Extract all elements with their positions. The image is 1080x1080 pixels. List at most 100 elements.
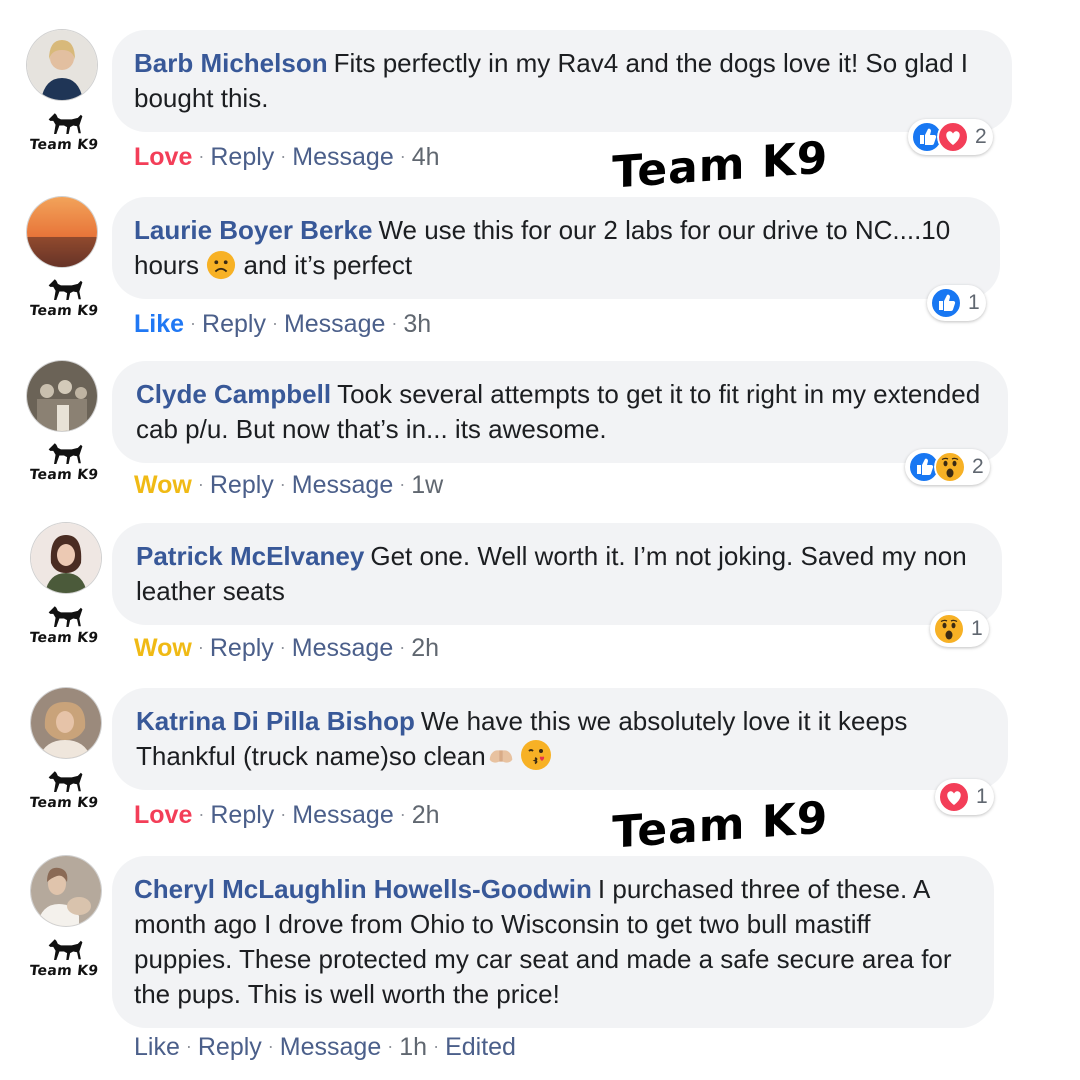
reply-link[interactable]: Reply [210,143,274,171]
separator-dot: · [279,637,286,657]
separator-dot: · [399,637,406,657]
comment-bubble: Barb Michelson Fits perfectly in my Rav4 … [112,30,1012,132]
separator-dot: · [197,637,204,657]
team-k9-watermark: Team K9 [612,792,829,859]
reply-link[interactable]: Reply [202,310,266,338]
reaction-summary[interactable]: 2 [905,449,990,485]
comment-actions: Like · Reply · Message · 1h · Edited [134,1033,516,1062]
separator-dot: · [387,1036,394,1056]
team-k9-badge: Team K9 [22,603,106,646]
wow-icon [934,451,966,483]
separator-dot: · [198,146,205,166]
comment-actions: Love · Reply · Message · 4h [134,143,440,172]
comment-actions: Wow · Reply · Message · 2h [134,634,439,663]
dog-logo-icon [41,603,87,631]
separator-dot: · [279,474,286,494]
reply-link[interactable]: Reply [210,801,274,829]
avatar[interactable] [27,30,97,100]
comment-actions: Love · Reply · Message · 2h [134,801,440,830]
reaction-count: 1 [968,291,980,314]
edited-label[interactable]: Edited [445,1033,516,1061]
reply-link[interactable]: Reply [198,1033,262,1061]
love-icon [938,781,970,813]
comment-author[interactable]: Barb Michelson [134,48,328,78]
reaction-count: 2 [972,455,984,478]
comment-actions: Wow · Reply · Message · 1w [134,471,443,500]
team-k9-badge: Team K9 [22,768,106,811]
separator-dot: · [267,1036,274,1056]
reaction-count: 1 [971,617,983,640]
timestamp[interactable]: 2h [412,801,440,829]
comment-author[interactable]: Clyde Campbell [136,379,331,409]
separator-dot: · [399,474,406,494]
dog-logo-icon [41,768,87,796]
timestamp[interactable]: 1h [399,1033,427,1061]
avatar[interactable] [31,856,101,926]
timestamp[interactable]: 4h [412,143,440,171]
avatar[interactable] [31,523,101,593]
react-button[interactable]: Love [134,801,192,829]
react-button[interactable]: Like [134,1033,180,1061]
comment-bubble: Laurie Boyer Berke We use this for our 2 … [112,197,1000,299]
comment-bubble: Clyde Campbell Took several attempts to g… [112,361,1008,463]
reaction-summary[interactable]: 1 [927,285,986,321]
dog-logo-icon [41,440,87,468]
separator-dot: · [197,474,204,494]
reaction-summary[interactable]: 2 [908,119,993,155]
react-button[interactable]: Wow [134,634,192,662]
message-link[interactable]: Message [292,143,393,171]
separator-dot: · [185,1036,192,1056]
comment-author[interactable]: Katrina Di Pilla Bishop [136,706,415,736]
team-k9-badge: Team K9 [22,276,106,319]
avatar[interactable] [27,361,97,431]
react-button[interactable]: Wow [134,471,192,499]
team-k9-label: Team K9 [28,303,100,319]
reply-link[interactable]: Reply [210,471,274,499]
separator-dot: · [399,804,406,824]
comment-bubble: Cheryl McLaughlin Howells-Goodwin I purch… [112,856,994,1028]
react-button[interactable]: Like [134,310,184,338]
team-k9-label: Team K9 [28,630,100,646]
message-link[interactable]: Message [292,801,393,829]
reaction-summary[interactable]: 1 [935,779,994,815]
dog-logo-icon [41,276,87,304]
comment-bubble: Katrina Di Pilla Bishop We have this we a… [112,688,1008,790]
separator-dot: · [433,1036,440,1056]
team-k9-badge: Team K9 [22,440,106,483]
avatar[interactable] [31,688,101,758]
timestamp[interactable]: 3h [403,310,431,338]
timestamp[interactable]: 1w [411,471,443,499]
wow-icon [933,613,965,645]
dog-logo-icon [41,110,87,138]
separator-dot: · [399,146,406,166]
team-k9-badge: Team K9 [22,110,106,153]
like-icon [930,287,962,319]
message-link[interactable]: Message [284,310,385,338]
separator-dot: · [198,804,205,824]
reaction-count: 1 [976,785,988,808]
team-k9-label: Team K9 [28,467,100,483]
message-link[interactable]: Message [292,471,393,499]
team-k9-label: Team K9 [28,963,100,979]
comment-author[interactable]: Patrick McElvaney [136,541,364,571]
team-k9-watermark: Team K9 [612,132,829,199]
comment-author[interactable]: Cheryl McLaughlin Howells-Goodwin [134,874,592,904]
reaction-count: 2 [975,125,987,148]
timestamp[interactable]: 2h [411,634,439,662]
react-button[interactable]: Love [134,143,192,171]
separator-dot: · [280,804,287,824]
message-link[interactable]: Message [280,1033,381,1061]
comment-bubble: Patrick McElvaney Get one. Well worth it.… [112,523,1002,625]
team-k9-badge: Team K9 [22,936,106,979]
message-link[interactable]: Message [292,634,393,662]
comment-author[interactable]: Laurie Boyer Berke [134,215,372,245]
dog-logo-icon [41,936,87,964]
love-icon [937,121,969,153]
sad-face-emoji-icon [206,250,236,280]
avatar[interactable] [27,197,97,267]
separator-dot: · [190,313,197,333]
separator-dot: · [391,313,398,333]
comment-actions: Like · Reply · Message · 3h [134,310,431,339]
reply-link[interactable]: Reply [210,634,274,662]
reaction-summary[interactable]: 1 [930,611,989,647]
